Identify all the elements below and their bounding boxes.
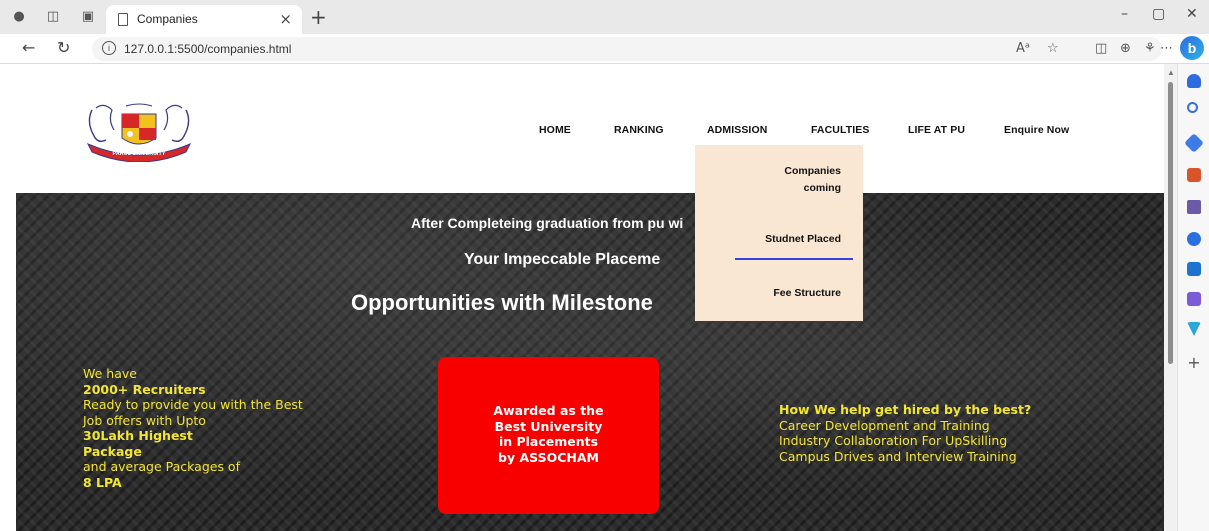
award-line: in Placements [498,434,599,449]
info-line: and average Packages of [83,459,240,474]
address-bar[interactable]: i 127.0.0.1:5500/companies.html [92,37,1162,61]
microsoft-365-icon[interactable] [1187,232,1201,246]
hero-section: After Completeing graduation from pu wi … [16,193,1164,531]
workspaces-icon[interactable]: ◫ [44,8,62,26]
tab-title: Companies [137,12,198,26]
logo-lettering: PARUL UNIVERSITY [113,151,166,157]
info-line: Industry Collaboration For UpSkilling [779,433,1008,448]
back-arrow-icon[interactable]: ← [22,38,35,57]
nav-ranking[interactable]: RANKING [614,124,664,136]
favorites-icon[interactable]: ◫ [1095,41,1107,56]
dropdown-item-fee-structure[interactable]: Fee Structure [773,285,841,302]
nav-faculties[interactable]: FACULTIES [811,124,869,136]
page-scrollbar[interactable]: ▲ [1164,64,1177,531]
profile-icon[interactable]: ● [10,8,28,26]
award-box: Awarded as the Best University in Placem… [438,357,659,514]
games-icon[interactable] [1187,200,1201,214]
shopping-tag-icon[interactable] [1184,133,1204,153]
favorite-star-icon[interactable]: ☆ [1047,41,1059,56]
scroll-up-icon[interactable]: ▲ [1167,68,1175,77]
info-line: Career Development and Training [779,417,990,433]
bing-copilot-icon[interactable]: b [1180,36,1204,60]
page-viewport: PARUL UNIVERSITY HOME RANKING ADMISSION … [0,64,1164,531]
more-menu-icon[interactable]: ⋯ [1160,41,1173,56]
collections-icon[interactable]: ⊕ [1120,41,1131,56]
nav-life-at-pu[interactable]: LIFE AT PU [908,124,965,136]
extensions-icon[interactable]: ⚘ [1144,41,1156,56]
dropdown-item-student-placed[interactable]: Studnet Placed [765,231,841,248]
info-line: How We help get hired by the best? [779,402,1032,417]
info-line: 8 LPA [83,474,122,490]
site-info-icon[interactable]: i [102,41,116,55]
nav-admission[interactable]: ADMISSION [707,124,767,136]
add-sidebar-app-icon[interactable]: + [1187,355,1201,371]
parul-university-logo[interactable]: PARUL UNIVERSITY [82,100,196,162]
designer-icon[interactable] [1187,292,1201,306]
placement-dropdown-menu: Companies coming Studnet Placed Fee Stru… [695,145,863,321]
page-icon [118,13,128,26]
url-text[interactable]: 127.0.0.1:5500/companies.html [124,42,291,56]
nav-enquire-now[interactable]: Enquire Now [1004,124,1069,136]
restore-button[interactable]: ▢ [1152,6,1165,22]
info-line: Campus Drives and Interview Training [779,448,1017,464]
read-aloud-icon[interactable]: Aᵃ [1016,41,1030,56]
info-line: Job offers with Upto [83,412,206,428]
refresh-icon[interactable]: ↻ [57,38,70,57]
hero-heading-2: Your Impeccable Placeme [464,251,661,268]
scrollbar-thumb[interactable] [1168,82,1173,364]
notifications-icon[interactable] [1187,74,1201,88]
recruiters-info: We have 2000+ Recruiters Ready to provid… [83,366,303,490]
award-text: Awarded as the Best University in Placem… [438,403,659,465]
active-item-underline [735,258,853,260]
search-icon[interactable] [1187,102,1198,113]
info-line: 2000+ Recruiters [83,381,206,397]
browser-tab-strip: ● ◫ ▣ Companies × + – ▢ ✕ [0,0,1209,34]
nav-home[interactable]: HOME [539,124,571,136]
dropdown-item-companies-coming[interactable]: Companies coming [761,163,841,197]
award-line: by ASSOCHAM [498,449,599,465]
browser-tab-companies[interactable]: Companies × [106,5,302,34]
edge-sidebar: + [1177,64,1209,531]
close-window-button[interactable]: ✕ [1186,6,1198,22]
tab-close-icon[interactable]: × [279,10,292,28]
browser-toolbar: ← ↻ i 127.0.0.1:5500/companies.html Aᵃ ☆… [0,34,1209,64]
info-line: Ready to provide you with the Best [83,397,303,412]
hiring-help-info: How We help get hired by the best? Caree… [779,402,1031,464]
award-line: Awarded as the [493,403,604,418]
tools-icon[interactable] [1187,168,1201,182]
outlook-icon[interactable] [1187,262,1201,276]
hero-heading-1: After Completeing graduation from pu wi [411,215,684,231]
minimize-button[interactable]: – [1121,6,1128,22]
tab-actions-icon[interactable]: ▣ [79,8,97,26]
new-tab-button[interactable]: + [310,5,327,29]
info-line: Package [83,443,142,459]
info-line: We have [83,366,137,381]
drop-icon[interactable] [1187,322,1201,336]
award-line: Best University [494,418,603,434]
hero-heading-3: Opportunities with Milestone [351,290,653,315]
info-line: 30Lakh Highest [83,428,193,443]
